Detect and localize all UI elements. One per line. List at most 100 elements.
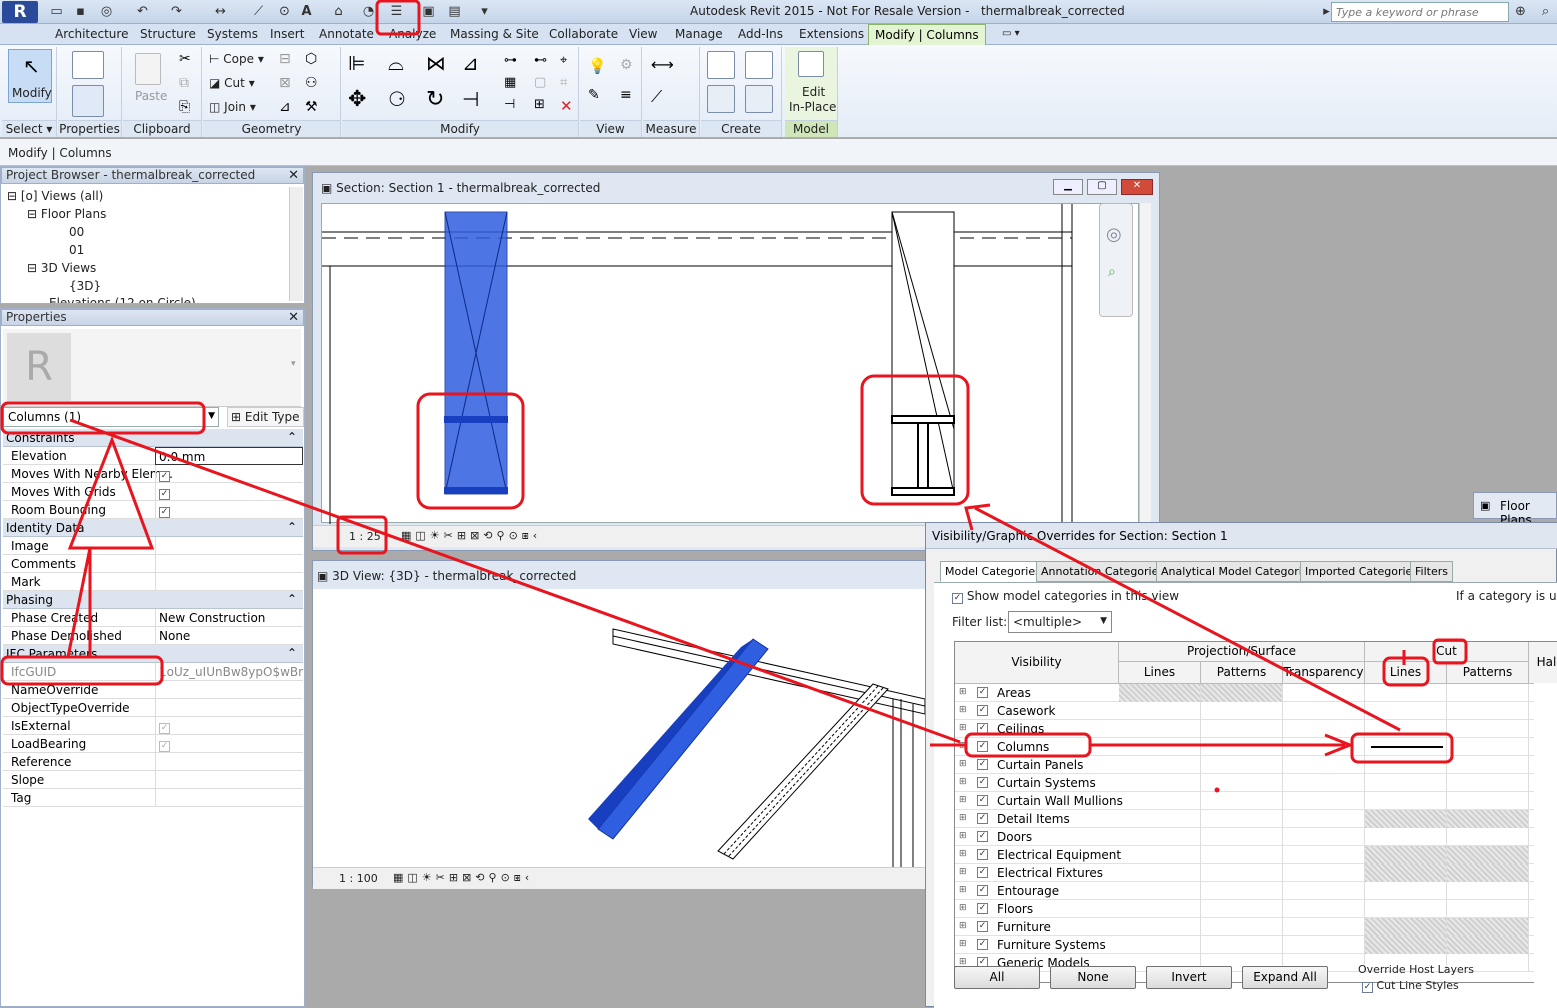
modify-button[interactable]: ↖ Modify (8, 49, 52, 103)
tree-elevations[interactable]: Elevations (12 on Circle) (49, 296, 196, 303)
override-cell[interactable] (1201, 810, 1283, 828)
expand-icon[interactable]: ⊞ (959, 813, 967, 823)
show-model-checkbox[interactable]: ✓ Show model categories in this view (952, 589, 1179, 604)
category-row[interactable]: ⊞ ✓ Doors (955, 828, 1557, 846)
override-cell[interactable] (1201, 864, 1283, 882)
tab-massing-site[interactable]: Massing & Site (444, 24, 545, 45)
override-cell[interactable] (1283, 792, 1365, 810)
override-cell[interactable] (1201, 792, 1283, 810)
override-cell[interactable] (1119, 756, 1201, 774)
expand-icon[interactable]: ⊞ (959, 903, 967, 913)
align-icon[interactable]: ⊫ (348, 51, 365, 75)
close-icon[interactable]: ✕ (288, 168, 299, 183)
override-cell[interactable] (1119, 720, 1201, 738)
steering-wheel-icon[interactable]: ◎ (1106, 224, 1122, 245)
category-checkbox[interactable]: ✓ (977, 867, 988, 878)
close-hidden-icon[interactable]: ▣ (420, 3, 437, 20)
measure-tool-icon[interactable]: ⟷ (651, 55, 674, 74)
floor-plans-window-tab[interactable]: ▣ Floor Plans (1473, 492, 1557, 527)
override-cell[interactable] (1119, 900, 1201, 918)
override-cell[interactable] (1283, 774, 1365, 792)
override-cell[interactable] (1119, 846, 1201, 864)
expand-icon[interactable]: ⊞ (959, 921, 967, 931)
override-cell[interactable] (1119, 792, 1201, 810)
expand-icon[interactable]: ⊞ (959, 687, 967, 697)
array-icon[interactable]: ▦ (504, 75, 516, 90)
invert-button[interactable]: Invert (1146, 966, 1232, 989)
slope-field[interactable] (155, 771, 303, 789)
beam-column-joins-icon[interactable]: ⊿ (279, 99, 291, 115)
override-cell[interactable] (1119, 918, 1201, 936)
expand-icon[interactable]: ⊞ (959, 849, 967, 859)
override-cell[interactable] (1365, 756, 1447, 774)
override-cell[interactable] (1365, 864, 1447, 882)
create-parts-icon[interactable] (745, 51, 773, 79)
paste-icon[interactable] (135, 53, 161, 85)
save-icon[interactable]: ▪ (72, 3, 89, 20)
moves-grids-checkbox[interactable]: ✓ (159, 489, 170, 500)
category-row[interactable]: ⊞ ✓ Floors (955, 900, 1557, 918)
expand-icon[interactable]: ⊞ (959, 867, 967, 877)
category-checkbox[interactable]: ✓ (977, 903, 988, 914)
tab-imported-categories[interactable]: Imported Categories (1300, 561, 1424, 582)
override-cell[interactable] (1201, 720, 1283, 738)
phase-created-field[interactable]: New Construction (155, 609, 303, 627)
override-cell[interactable] (1201, 846, 1283, 864)
edit-type-button[interactable]: ⊞ Edit Type (227, 407, 304, 427)
load-bearing-checkbox[interactable]: ✓ (159, 741, 170, 752)
override-cell[interactable] (1447, 864, 1529, 882)
expand-all-button[interactable]: Expand All (1242, 966, 1328, 989)
minimize-icon[interactable]: ▁ (1053, 179, 1083, 195)
image-field[interactable] (155, 537, 303, 555)
view-control-icons[interactable]: ▦◫☀✂⊞⊠⟲⚲⊙⧆‹ (401, 529, 541, 543)
override-cell[interactable] (1365, 828, 1447, 846)
override-cell[interactable] (1201, 936, 1283, 954)
trim-multiple-icon[interactable]: ⊞ (534, 97, 545, 112)
override-cell[interactable] (1447, 684, 1529, 702)
objtype-override-field[interactable] (155, 699, 303, 717)
override-cell[interactable] (1201, 918, 1283, 936)
unpin-icon[interactable]: ⌗ (560, 75, 567, 90)
cope-button[interactable]: ⊢ Cope ▾ (209, 52, 264, 66)
3d-view-title[interactable]: ▣ 3D View: {3D} - thermalbreak_corrected (317, 569, 576, 583)
split-icon[interactable]: ⊶ (504, 53, 517, 68)
category-row[interactable]: ⊞ ✓ Curtain Panels (955, 756, 1557, 774)
tab-manage[interactable]: Manage (669, 24, 729, 45)
override-cell[interactable] (1447, 756, 1529, 774)
tag-field[interactable] (155, 789, 303, 807)
none-button[interactable]: None (1050, 966, 1136, 989)
customize-qat-icon[interactable]: ▾ (476, 3, 493, 20)
override-cell[interactable] (1283, 810, 1365, 828)
match-type-icon[interactable]: ⎘ (179, 99, 190, 115)
trim-single-icon[interactable]: ⊣ (504, 97, 515, 112)
3d-canvas[interactable] (313, 589, 926, 867)
override-cell[interactable] (1365, 900, 1447, 918)
tab-annotate[interactable]: Annotate (313, 24, 380, 45)
col-visibility[interactable]: Visibility (955, 642, 1119, 684)
selected-column-3d[interactable] (597, 638, 769, 840)
override-cell[interactable] (1283, 720, 1365, 738)
expand-icon[interactable]: ⊞ (959, 885, 967, 895)
override-cell[interactable] (1447, 720, 1529, 738)
filter-select[interactable]: <multiple> ▼ (1008, 611, 1112, 633)
tab-model-categories[interactable]: Model Categories (940, 561, 1046, 582)
category-checkbox[interactable]: ✓ (977, 687, 988, 698)
move-icon[interactable]: ✥ (348, 87, 366, 112)
override-cell[interactable] (1447, 882, 1529, 900)
text-icon[interactable]: A (298, 3, 315, 20)
hammer-icon[interactable]: ⚒ (305, 99, 318, 115)
type-properties-icon[interactable] (72, 51, 104, 79)
redo-icon[interactable]: ↷ (168, 3, 185, 20)
override-cell[interactable] (1283, 756, 1365, 774)
mark-field[interactable] (155, 573, 303, 591)
expand-icon[interactable]: ⊞ (959, 759, 967, 769)
section-vertical-scrollbar[interactable] (1139, 203, 1151, 523)
split-face-icon[interactable]: ⊠ (279, 75, 291, 91)
edit-in-place-label-1[interactable]: Edit (802, 85, 825, 99)
override-cell[interactable] (1365, 702, 1447, 720)
comments-field[interactable] (155, 555, 303, 573)
maximize-icon[interactable]: ▢ (1087, 179, 1117, 195)
properties-palette-icon[interactable] (72, 85, 104, 117)
create-assembly-icon[interactable] (707, 51, 735, 79)
expand-icon[interactable]: ⊞ (959, 939, 967, 949)
